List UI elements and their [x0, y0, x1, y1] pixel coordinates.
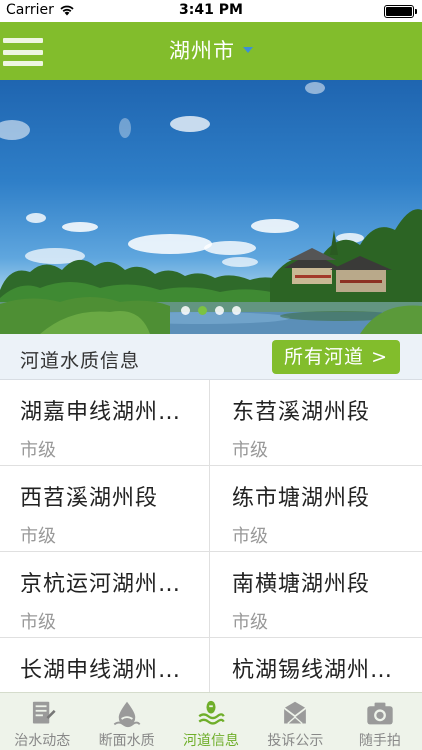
- river-level: 市级: [20, 440, 56, 461]
- tab-label: 投诉公示: [267, 733, 324, 749]
- bottom-tab-bar: 治水动态 断面水质 河道信息 投诉公示 随手拍: [0, 692, 422, 750]
- river-card[interactable]: 南横塘湖州段 市级: [210, 552, 422, 638]
- river-level: 市级: [20, 612, 56, 633]
- camera-icon: [367, 702, 393, 725]
- river-name: 西苕溪湖州段: [20, 486, 159, 511]
- carousel-dot[interactable]: [181, 306, 190, 315]
- water-drop-icon: [113, 701, 141, 728]
- carousel-dot[interactable]: [232, 306, 241, 315]
- river-name: 东苕溪湖州段: [232, 400, 371, 425]
- tab-snapshot[interactable]: 随手拍: [338, 693, 422, 750]
- city-name: 湖州市: [169, 39, 235, 63]
- tab-river-info[interactable]: 河道信息: [169, 693, 253, 750]
- section-header: 河道水质信息 所有河道 >: [0, 334, 422, 380]
- river-name: 长湖申线湖州…: [20, 658, 182, 683]
- river-name: 京杭运河湖州…: [20, 572, 182, 597]
- river-card[interactable]: 京杭运河湖州… 市级: [0, 552, 210, 638]
- river-level: 市级: [232, 440, 268, 461]
- complaint-icon: [284, 701, 307, 724]
- section-title: 河道水质信息: [20, 350, 141, 372]
- tab-label: 断面水质: [98, 733, 155, 749]
- river-name: 南横塘湖州段: [232, 572, 371, 597]
- carousel-dot-active[interactable]: [198, 306, 207, 315]
- river-level: 市级: [232, 612, 268, 633]
- river-card[interactable]: 西苕溪湖州段 市级: [0, 466, 210, 552]
- river-card[interactable]: 杭湖锡线湖州… 市级: [210, 638, 422, 692]
- status-time: 3:41 PM: [179, 2, 243, 18]
- river-grid: 湖嘉申线湖州… 市级 东苕溪湖州段 市级 西苕溪湖州段 市级 练市塘湖州段 市级…: [0, 380, 422, 692]
- tab-section-quality[interactable]: 断面水质: [84, 693, 168, 750]
- carousel-dots: [0, 306, 422, 315]
- tab-label: 治水动态: [14, 733, 71, 749]
- city-selector[interactable]: 湖州市: [0, 35, 422, 65]
- tab-news[interactable]: 治水动态: [0, 693, 84, 750]
- river-level: 市级: [20, 526, 56, 547]
- river-card[interactable]: 长湖申线湖州… 市级: [0, 638, 210, 692]
- news-icon: [33, 701, 56, 724]
- all-rivers-button[interactable]: 所有河道 >: [272, 340, 400, 374]
- river-card[interactable]: 湖嘉申线湖州… 市级: [0, 380, 210, 466]
- river-level: 市级: [232, 526, 268, 547]
- tab-label: 随手拍: [358, 733, 401, 749]
- carousel-dot[interactable]: [215, 306, 224, 315]
- status-bar: Carrier 3:41 PM: [0, 0, 422, 22]
- river-card[interactable]: 东苕溪湖州段 市级: [210, 380, 422, 466]
- app-header: 湖州市: [0, 22, 422, 80]
- river-name: 湖嘉申线湖州…: [20, 400, 182, 425]
- battery-icon: [384, 5, 417, 18]
- river-card[interactable]: 练市塘湖州段 市级: [210, 466, 422, 552]
- tab-complaints[interactable]: 投诉公示: [253, 693, 337, 750]
- river-icon: [198, 700, 225, 725]
- banner-carousel[interactable]: [0, 80, 422, 334]
- river-name: 练市塘湖州段: [232, 486, 371, 511]
- dropdown-caret-icon: [243, 47, 253, 53]
- tab-label: 河道信息: [183, 733, 240, 749]
- lake-scenery-image: [0, 82, 422, 334]
- river-name: 杭湖锡线湖州…: [232, 658, 394, 683]
